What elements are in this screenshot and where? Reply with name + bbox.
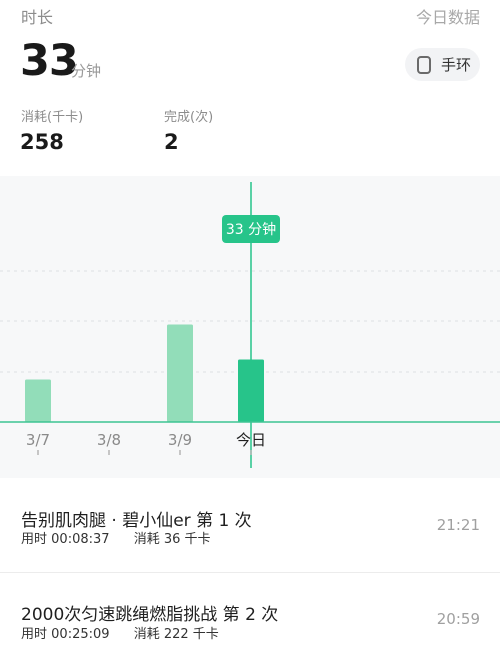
record-title: 2000次匀速跳绳燃脂挑战 第 2 次	[21, 605, 279, 625]
calories-label: 消耗(千卡)	[21, 110, 84, 125]
daily-duration-chart[interactable]: 3/7 3/8 3/9 今日 33 分钟	[0, 176, 500, 478]
bar-3/9	[167, 324, 193, 422]
record-duration: 用时 00:25:09	[21, 627, 110, 642]
record-duration: 用时 00:08:37	[21, 532, 110, 547]
calories-value: 258	[20, 130, 64, 154]
record-item-2[interactable]: 2000次匀速跳绳燃脂挑战 第 2 次 用时 00:25:09 消耗 222 千…	[0, 573, 500, 663]
device-filter-button[interactable]: 手环	[405, 48, 480, 81]
record-calories: 消耗 222 千卡	[134, 627, 219, 642]
duration-value: 33	[20, 36, 79, 86]
x-tick-label: 3/9	[168, 431, 192, 449]
record-item-1[interactable]: 告别肌肉腿 · 碧小仙er 第 1 次 用时 00:08:37 消耗 36 千卡…	[0, 478, 500, 572]
today-data-link[interactable]: 今日数据	[416, 4, 480, 28]
x-tick-label: 3/7	[26, 431, 50, 449]
record-meta: 用时 00:08:37 消耗 36 千卡	[21, 528, 231, 547]
device-label: 手环	[441, 56, 472, 74]
calories-text: 222 千卡	[163, 627, 219, 642]
x-tick-label: 3/8	[97, 431, 121, 449]
duration-label: 用时	[21, 627, 48, 642]
duration-unit: 分钟	[71, 62, 102, 80]
calories-text-label: 消耗	[133, 532, 160, 547]
x-tick-label: 今日	[236, 431, 266, 449]
completed-value: 2	[164, 130, 179, 154]
record-calories: 消耗 36 千卡	[134, 532, 211, 547]
duration-label: 用时	[21, 532, 48, 547]
record-time: 20:59	[436, 610, 480, 628]
calories-text-label: 消耗	[133, 627, 160, 642]
chart-canvas: 3/7 3/8 3/9 今日 33 分钟	[0, 182, 500, 468]
bar-3/7	[25, 379, 51, 422]
record-meta: 用时 00:25:09 消耗 222 千卡	[21, 623, 239, 642]
calories-text: 36 千卡	[163, 532, 211, 547]
watch-icon	[417, 55, 431, 74]
duration-heading: 时长	[21, 8, 54, 27]
summary-panel: 时长 今日数据 33 分钟 手环 消耗(千卡) 258 完成(次) 2	[0, 0, 500, 176]
bar-今日	[238, 359, 264, 422]
tooltip-text: 33 分钟	[226, 221, 276, 238]
record-time: 21:21	[436, 516, 480, 534]
duration-text: 00:08:37	[51, 532, 110, 547]
duration-text: 00:25:09	[51, 627, 110, 642]
completed-label: 完成(次)	[164, 110, 214, 125]
